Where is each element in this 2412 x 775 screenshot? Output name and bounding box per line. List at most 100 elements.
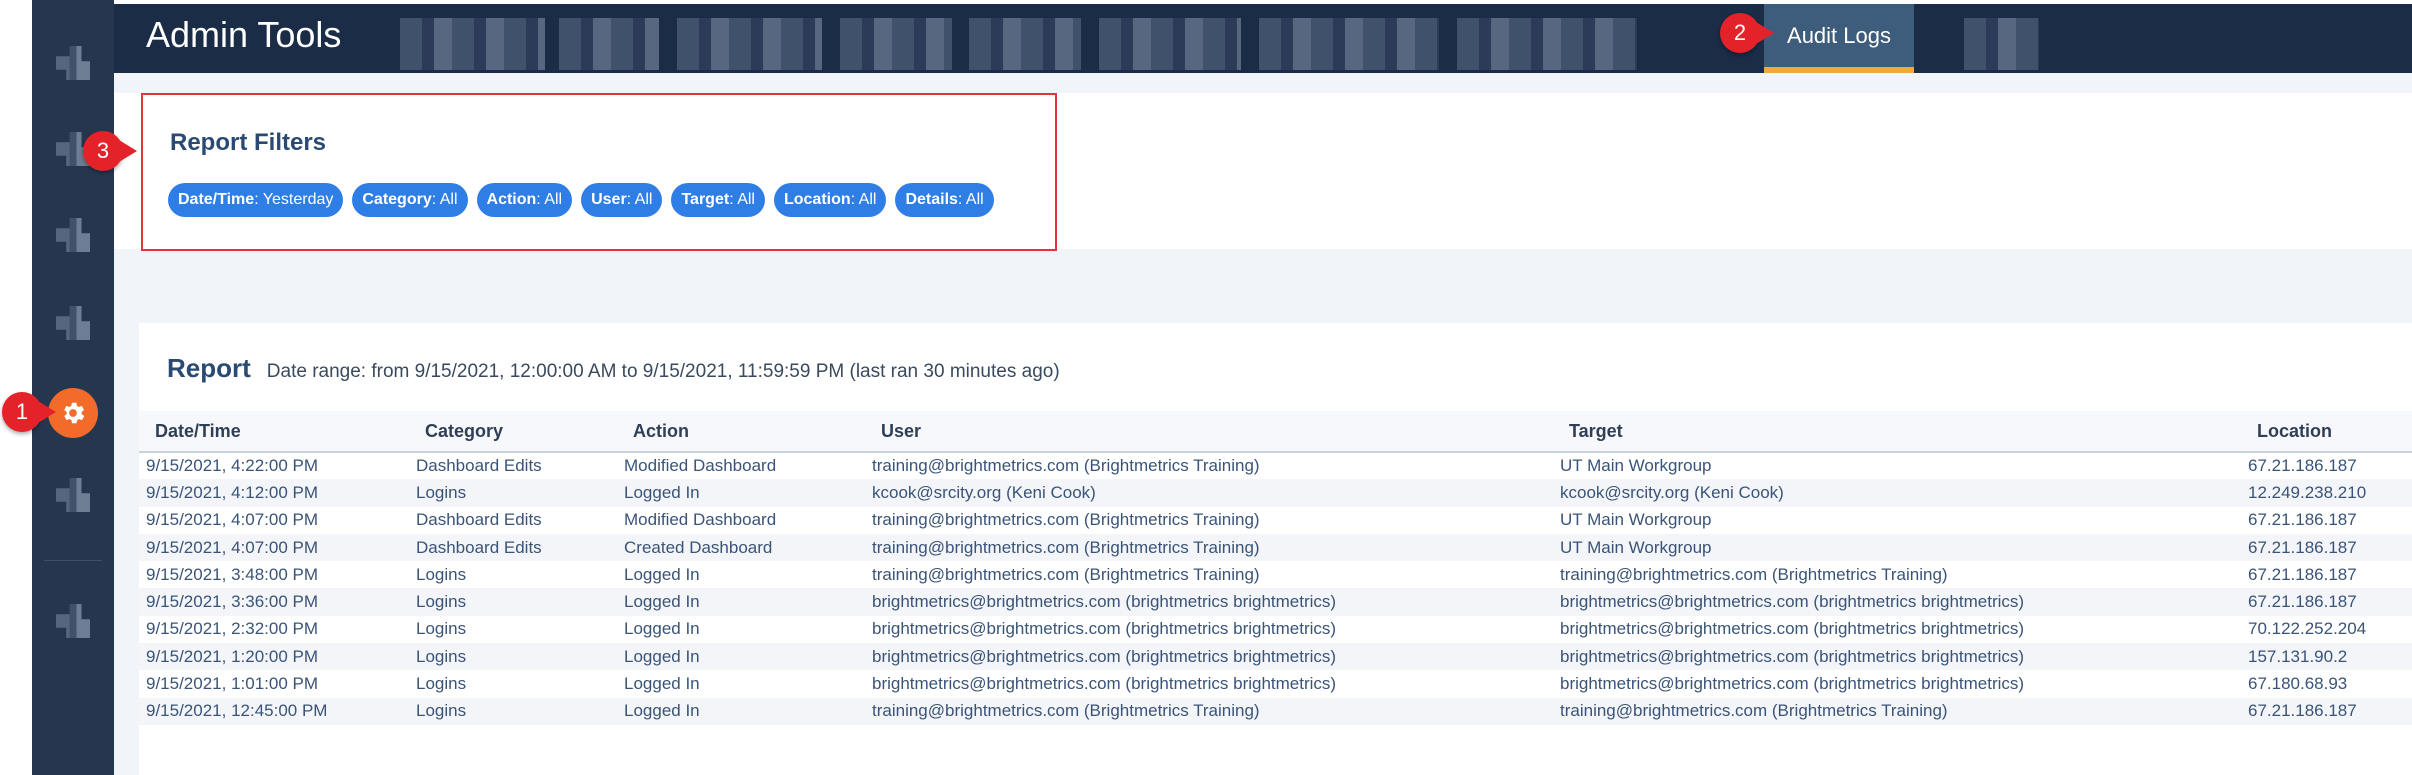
cell-user: brightmetrics@brightmetrics.com (brightm…: [865, 588, 1553, 616]
cell-target: brightmetrics@brightmetrics.com (brightm…: [1553, 588, 2241, 616]
cell-date-time: 9/15/2021, 4:07:00 PM: [146, 510, 319, 530]
sidebar-item-1[interactable]: [56, 46, 90, 80]
cell-location: 67.21.186.187: [2241, 588, 2412, 616]
cell-user: training@brightmetrics.com (Brightmetric…: [872, 564, 1260, 584]
table-row[interactable]: 9/15/2021, 2:32:00 PM Logins Logged In brig…: [139, 616, 2412, 643]
cell-action: Logged In: [617, 697, 865, 725]
cell-date-time: 9/15/2021, 3:36:00 PM: [139, 588, 409, 616]
table-row[interactable]: 9/15/2021, 4:22:00 PM Dashboard Edits Modi…: [139, 452, 2412, 479]
cell-category: Logins: [409, 697, 617, 725]
report-header: Report Date range: from 9/15/2021, 12:00…: [167, 353, 1060, 384]
report-filters-highlight: [141, 93, 1057, 251]
cell-target: training@brightmetrics.com (Brightmetric…: [1553, 697, 2241, 725]
cell-date-time: 9/15/2021, 1:20:00 PM: [139, 643, 409, 671]
filter-chip-date-time[interactable]: Date/Time: Yesterday: [168, 183, 344, 217]
table-header-row: Date/Time Category Action User Target Lo…: [139, 411, 2412, 453]
table-row[interactable]: 9/15/2021, 4:12:00 PM Logins Logged In kcoo…: [139, 479, 2412, 507]
callout-marker-3: 3: [83, 131, 123, 171]
blurred-icon: [56, 478, 90, 512]
cell-target: brightmetrics@brightmetrics.com (brightm…: [1560, 674, 2025, 694]
cell-target: UT Main Workgroup: [1560, 456, 1712, 476]
cell-target: UT Main Workgroup: [1553, 533, 2241, 562]
cell-date-time: 9/15/2021, 2:32:00 PM: [146, 619, 319, 639]
cell-target: brightmetrics@brightmetrics.com (brightm…: [1560, 619, 2025, 639]
table-row[interactable]: 9/15/2021, 12:45:00 PM Logins Logged In tra…: [139, 697, 2412, 725]
cell-category: Logins: [409, 588, 617, 616]
cell-category: Dashboard Edits: [409, 533, 617, 562]
table-row[interactable]: 9/15/2021, 1:01:00 PM Logins Logged In brig…: [139, 670, 2412, 697]
cell-action: Created Dashboard: [617, 533, 865, 562]
filter-chip-target[interactable]: Target: All: [671, 183, 765, 217]
top-border: [114, 0, 2412, 4]
sidebar-item-7[interactable]: [56, 604, 90, 638]
cell-location: 157.131.90.2: [2241, 643, 2412, 671]
report-filters-title: Report Filters: [170, 129, 327, 156]
top-navigation-bar: Admin Tools Audit Logs: [114, 0, 2412, 73]
cell-date-time: 9/15/2021, 12:45:00 PM: [139, 697, 409, 725]
sidebar-divider: [44, 560, 102, 561]
table-row[interactable]: 9/15/2021, 1:20:00 PM Logins Logged In brig…: [139, 643, 2412, 671]
cell-location: 70.122.252.204: [2248, 619, 2367, 639]
column-header-user[interactable]: User: [865, 411, 1553, 453]
cell-location: 12.249.238.210: [2241, 479, 2412, 507]
cell-location: 67.21.186.187: [2248, 510, 2357, 530]
tab-blurred-6[interactable]: [1099, 18, 1241, 70]
cell-date-time: 9/15/2021, 4:12:00 PM: [139, 479, 409, 507]
cell-date-time: 9/15/2021, 3:48:00 PM: [146, 564, 319, 584]
tab-blurred-5[interactable]: [969, 18, 1081, 70]
cell-location: 67.180.68.93: [2248, 674, 2348, 694]
cell-action: Modified Dashboard: [624, 510, 777, 530]
audit-log-table: Date/Time Category Action User Target Lo…: [139, 411, 2412, 725]
tab-blurred-9[interactable]: [1964, 18, 2039, 70]
cell-target: kcook@srcity.org (Keni Cook): [1553, 479, 2241, 507]
filter-chip-user[interactable]: User: All: [581, 183, 663, 217]
cell-target: brightmetrics@brightmetrics.com (brightm…: [1553, 643, 2241, 671]
callout-marker-1: 1: [2, 392, 42, 432]
blurred-icon: [56, 604, 90, 638]
report-date-range: Date range: from 9/15/2021, 12:00:00 AM …: [266, 361, 1060, 382]
tab-blurred-8[interactable]: [1457, 18, 1637, 70]
cell-target: UT Main Workgroup: [1560, 510, 1712, 530]
table-row[interactable]: 9/15/2021, 4:07:00 PM Dashboard Edits Modi…: [139, 507, 2412, 534]
sidebar-item-4[interactable]: [56, 306, 90, 340]
cell-action: Logged In: [624, 619, 700, 639]
cell-action: Logged In: [617, 643, 865, 671]
cell-user: training@brightmetrics.com (Brightmetric…: [865, 533, 1553, 562]
tab-blurred-2[interactable]: [559, 18, 659, 70]
filter-chip-category[interactable]: Category: All: [352, 183, 468, 217]
tab-blurred-3[interactable]: [677, 18, 822, 70]
tab-blurred-1[interactable]: [400, 18, 545, 70]
table-row[interactable]: 9/15/2021, 4:07:00 PM Dashboard Edits Crea…: [139, 533, 2412, 562]
blurred-icon: [56, 46, 90, 80]
cell-user: kcook@srcity.org (Keni Cook): [865, 479, 1553, 507]
report-title: Report: [167, 353, 251, 383]
column-header-target[interactable]: Target: [1553, 411, 2241, 453]
filter-chip-details[interactable]: Details: All: [895, 183, 994, 217]
table-row[interactable]: 9/15/2021, 3:36:00 PM Logins Logged In brig…: [139, 588, 2412, 616]
tab-blurred-4[interactable]: [840, 18, 952, 70]
cell-category: Dashboard Edits: [416, 510, 542, 530]
cell-user: brightmetrics@brightmetrics.com (brightm…: [872, 674, 1337, 694]
column-header-location[interactable]: Location: [2241, 411, 2412, 453]
cell-date-time: 9/15/2021, 4:22:00 PM: [146, 456, 319, 476]
column-header-date-time[interactable]: Date/Time: [139, 411, 409, 453]
column-header-action[interactable]: Action: [617, 411, 865, 453]
cell-date-time: 9/15/2021, 1:01:00 PM: [146, 674, 319, 694]
app-title: Admin Tools: [146, 14, 342, 55]
table-row[interactable]: 9/15/2021, 3:48:00 PM Logins Logged In trai…: [139, 561, 2412, 588]
sidebar-item-6[interactable]: [56, 478, 90, 512]
cell-location: 67.21.186.187: [2248, 456, 2357, 476]
callout-marker-2: 2: [1720, 13, 1760, 53]
cell-action: Logged In: [617, 479, 865, 507]
column-header-category[interactable]: Category: [409, 411, 617, 453]
cell-category: Logins: [416, 674, 467, 694]
cell-action: Modified Dashboard: [624, 456, 777, 476]
filter-chip-action[interactable]: Action: All: [476, 183, 573, 217]
cell-location: 67.21.186.187: [2248, 564, 2357, 584]
filter-chip-location[interactable]: Location: All: [773, 183, 887, 217]
cell-category: Logins: [416, 564, 467, 584]
cell-user: training@brightmetrics.com (Brightmetric…: [872, 510, 1260, 530]
sidebar-item-3[interactable]: [56, 218, 90, 252]
tab-audit-logs[interactable]: Audit Logs: [1764, 4, 1914, 73]
tab-blurred-7[interactable]: [1259, 18, 1439, 70]
